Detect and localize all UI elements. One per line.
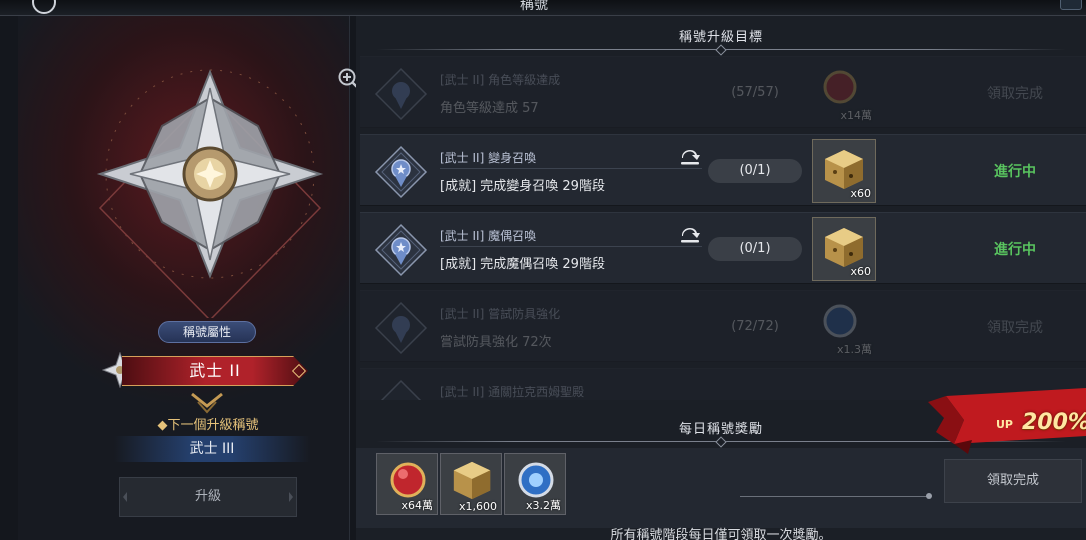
goal-row: [武士 II] 角色等級達成 角色等級達成 57 (57/57) x14萬 領取… bbox=[360, 56, 1086, 128]
goal-reward[interactable]: x60 bbox=[812, 139, 876, 203]
goal-row: [武士 II] 魔偶召喚 [成就] 完成魔偶召喚 29階段 (0/1) x60 … bbox=[360, 212, 1086, 284]
goal-progress: (0/1) bbox=[708, 159, 802, 183]
goal-name: [武士 II] 變身召喚 bbox=[440, 151, 537, 165]
gold-cube-icon bbox=[825, 150, 863, 189]
next-title-name: 武士 III bbox=[114, 436, 310, 462]
reward-count: x60 bbox=[850, 265, 871, 278]
shortcut-arrow-icon[interactable] bbox=[678, 223, 702, 247]
reward-count: x3.2萬 bbox=[525, 499, 561, 512]
window-title-bar: 稱號 bbox=[0, 0, 1086, 16]
gold-cube-icon bbox=[453, 461, 491, 500]
title-detail-panel: 稱號屬性 武士 II ◆下一個升級稱號 武士 III 升級 bbox=[18, 16, 360, 540]
gold-cube-icon bbox=[825, 228, 863, 267]
up-badge-value: 200% bbox=[1022, 410, 1086, 435]
blue-orb-icon bbox=[518, 462, 554, 498]
next-title-label: ◆下一個升級稱號 bbox=[157, 418, 259, 433]
medal-badge-icon bbox=[380, 379, 422, 400]
window-title: 稱號 bbox=[520, 0, 548, 13]
red-orb-icon bbox=[823, 70, 857, 104]
medal-badge-icon bbox=[374, 67, 428, 121]
divider-dot bbox=[926, 493, 932, 499]
reward-count: x14萬 bbox=[840, 109, 872, 122]
daily-reward-item[interactable]: x64萬 bbox=[376, 453, 438, 515]
chevron-down-icon bbox=[191, 392, 223, 414]
upgrade-goals-panel: 稱號升級目標 [武士 II] 角色等級達成 角色等級達成 57 (57/57) … bbox=[356, 16, 1086, 540]
blue-orb-icon bbox=[823, 304, 857, 338]
goal-status: 進行中 bbox=[994, 242, 1036, 258]
goal-row: [武士 II] 嘗試防具強化 嘗試防具強化 72次 (72/72) x1.3萬 … bbox=[360, 290, 1086, 362]
corner-button[interactable] bbox=[1060, 0, 1082, 10]
goal-reward[interactable]: x14萬 bbox=[812, 61, 876, 125]
daily-reward-footnote: 所有稱號階段每日僅可領取一次獎勵。 bbox=[610, 528, 832, 540]
goal-description: [成就] 完成魔偶召喚 29階段 bbox=[440, 257, 605, 272]
current-title-banner: 武士 II bbox=[122, 356, 308, 386]
goals-section-header: 稱號升級目標 bbox=[356, 26, 1086, 56]
divider-line bbox=[740, 496, 930, 497]
up-badge-prefix: UP bbox=[996, 418, 1013, 431]
claim-daily-reward-button[interactable]: 領取完成 bbox=[944, 459, 1082, 503]
goal-progress: (0/1) bbox=[708, 237, 802, 261]
medal-badge-icon bbox=[374, 223, 428, 277]
reward-count: x1,600 bbox=[458, 500, 497, 513]
title-attributes-button[interactable]: 稱號屬性 bbox=[158, 321, 256, 343]
daily-reward-item[interactable]: x3.2萬 bbox=[504, 453, 566, 515]
goal-status[interactable]: 領取完成 bbox=[950, 83, 1080, 103]
upgrade-button[interactable]: 升級 bbox=[119, 477, 297, 517]
goal-name: [武士 II] 角色等級達成 bbox=[440, 73, 561, 87]
goal-progress: (72/72) bbox=[731, 319, 779, 334]
goal-description: 角色等級達成 57 bbox=[440, 101, 539, 116]
daily-reward-item[interactable]: x1,600 bbox=[440, 453, 502, 515]
title-emblem-icon bbox=[96, 69, 324, 318]
game-logo-icon bbox=[32, 0, 56, 14]
goal-status: 進行中 bbox=[994, 164, 1036, 180]
reward-count: x60 bbox=[850, 187, 871, 200]
medal-badge-icon bbox=[374, 145, 428, 199]
shortcut-arrow-icon[interactable] bbox=[678, 145, 702, 169]
goal-description: [成就] 完成變身召喚 29階段 bbox=[440, 179, 605, 194]
red-orb-icon bbox=[390, 462, 426, 498]
goal-progress: (57/57) bbox=[731, 85, 779, 100]
goal-description: 嘗試防具強化 72次 bbox=[440, 335, 552, 350]
goal-status[interactable]: 領取完成 bbox=[950, 317, 1080, 337]
goal-row: [武士 II] 變身召喚 [成就] 完成變身召喚 29階段 (0/1) x60 … bbox=[360, 134, 1086, 206]
daily-section-title: 每日稱號獎勵 bbox=[678, 422, 763, 437]
goals-section-title: 稱號升級目標 bbox=[678, 30, 763, 45]
goal-list[interactable]: [武士 II] 角色等級達成 角色等級達成 57 (57/57) x14萬 領取… bbox=[360, 56, 1086, 400]
goal-reward[interactable]: x1.3萬 bbox=[812, 295, 876, 359]
goal-name: [武士 II] 嘗試防具強化 bbox=[440, 307, 561, 321]
goal-reward[interactable]: x60 bbox=[812, 217, 876, 281]
goal-name: [武士 II] 通關拉克西姆聖殿 bbox=[440, 385, 585, 399]
goal-name: [武士 II] 魔偶召喚 bbox=[440, 229, 537, 243]
medal-badge-icon bbox=[374, 301, 428, 355]
reward-count: x64萬 bbox=[401, 499, 433, 512]
reward-count: x1.3萬 bbox=[836, 343, 872, 356]
